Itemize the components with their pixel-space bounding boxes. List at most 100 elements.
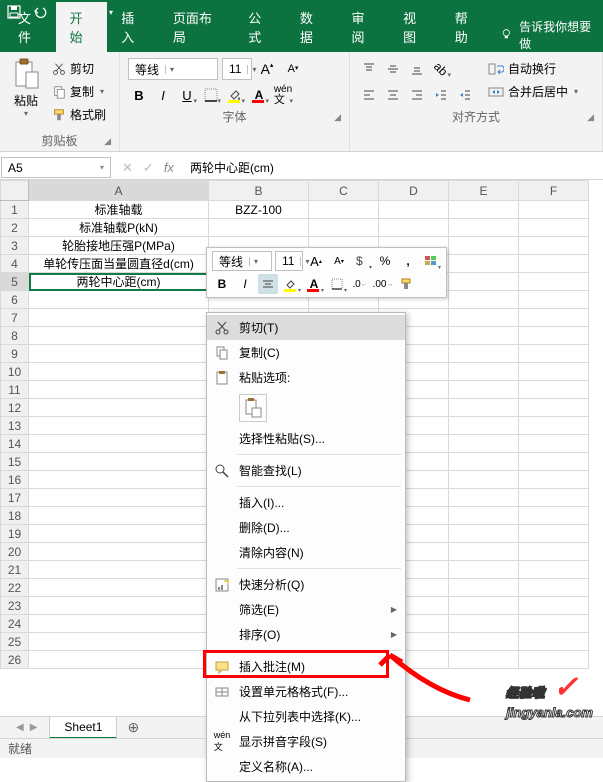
mini-align-center[interactable] [258, 274, 278, 294]
clipboard-launcher-icon[interactable]: ◢ [104, 136, 111, 147]
tab-help[interactable]: 帮助 [441, 2, 493, 52]
cm-sort[interactable]: 排序(O) [207, 622, 405, 647]
col-header-C[interactable]: C [309, 181, 379, 201]
fill-color-button[interactable] [224, 84, 246, 106]
tab-view[interactable]: 视图 [389, 2, 441, 52]
mini-increase-decimal[interactable]: .0← [350, 274, 370, 294]
paste-option-default[interactable] [239, 394, 267, 422]
accept-formula-icon[interactable]: ✓ [143, 160, 154, 176]
format-painter-button[interactable]: 格式刷 [48, 104, 110, 125]
select-all-corner[interactable] [1, 181, 29, 201]
tab-data[interactable]: 数据 [286, 2, 338, 52]
align-middle-button[interactable] [382, 58, 404, 80]
font-color-button[interactable]: A [248, 84, 270, 106]
row-header[interactable]: 3 [1, 237, 29, 255]
increase-font-button[interactable]: A▴ [256, 58, 278, 80]
mini-font-color[interactable]: A [304, 274, 324, 294]
col-header-A[interactable]: A [29, 181, 209, 201]
underline-button[interactable]: U [176, 84, 198, 106]
tab-page-layout[interactable]: 页面布局 [159, 2, 234, 52]
row-header[interactable]: 16 [1, 471, 29, 489]
row-header[interactable]: 22 [1, 579, 29, 597]
cm-pick-from-list[interactable]: 从下拉列表中选择(K)... [207, 704, 405, 729]
row-header[interactable]: 8 [1, 327, 29, 345]
cell[interactable]: 标准轴载P(kN) [29, 219, 209, 237]
cell[interactable]: 单轮传压面当量圆直径d(cm) [29, 255, 209, 273]
align-bottom-button[interactable] [406, 58, 428, 80]
row-header[interactable]: 11 [1, 381, 29, 399]
decrease-font-button[interactable]: A▾ [282, 58, 304, 80]
decrease-indent-button[interactable] [430, 84, 452, 106]
row-header[interactable]: 24 [1, 615, 29, 633]
chevron-down-icon[interactable]: ▾ [165, 65, 178, 74]
mini-decrease-font[interactable]: A▾ [329, 251, 349, 271]
mini-format-painter[interactable] [396, 274, 416, 294]
tab-file[interactable]: 文件 [4, 2, 56, 52]
copy-button[interactable]: 复制▾ [48, 81, 110, 102]
row-header[interactable]: 14 [1, 435, 29, 453]
orientation-button[interactable]: ab [430, 58, 452, 80]
col-header-D[interactable]: D [379, 181, 449, 201]
merge-center-button[interactable]: 合并后居中▾ [484, 81, 582, 102]
row-header[interactable]: 4 [1, 255, 29, 273]
tab-review[interactable]: 审阅 [337, 2, 389, 52]
cm-show-phonetic[interactable]: wén文 显示拼音字段(S) [207, 729, 405, 754]
col-header-B[interactable]: B [209, 181, 309, 201]
align-center-button[interactable] [382, 84, 404, 106]
cancel-formula-icon[interactable]: ✕ [122, 160, 133, 176]
align-left-button[interactable] [358, 84, 380, 106]
formula-input[interactable]: 两轮中心距(cm) [184, 156, 603, 179]
italic-button[interactable]: I [152, 84, 174, 106]
row-header[interactable]: 7 [1, 309, 29, 327]
cm-quick-analysis[interactable]: 快速分析(Q) [207, 572, 405, 597]
sheet-nav-prev-icon[interactable]: ◀ [16, 722, 24, 733]
cm-copy[interactable]: 复制(C) [207, 340, 405, 365]
cm-clear-contents[interactable]: 清除内容(N) [207, 540, 405, 565]
cm-filter[interactable]: 筛选(E) [207, 597, 405, 622]
cm-smart-lookup[interactable]: 智能查找(L) [207, 458, 405, 483]
mini-comma-format[interactable]: , [398, 251, 418, 271]
sheet-tab[interactable]: Sheet1 [49, 717, 117, 739]
cut-button[interactable]: 剪切 [48, 58, 110, 79]
mini-font-size[interactable]: 11▾ [275, 251, 303, 271]
sheet-nav-next-icon[interactable]: ▶ [30, 722, 38, 733]
row-header[interactable]: 1 [1, 201, 29, 219]
cm-insert[interactable]: 插入(I)... [207, 490, 405, 515]
row-header[interactable]: 21 [1, 561, 29, 579]
col-header-F[interactable]: F [519, 181, 589, 201]
cell-selected[interactable]: 两轮中心距(cm) [29, 273, 209, 291]
row-header[interactable]: 13 [1, 417, 29, 435]
mini-decrease-decimal[interactable]: .00→ [373, 274, 393, 294]
row-header[interactable]: 19 [1, 525, 29, 543]
add-sheet-button[interactable]: ⊕ [117, 719, 149, 736]
row-header[interactable]: 17 [1, 489, 29, 507]
row-header[interactable]: 18 [1, 507, 29, 525]
cm-delete[interactable]: 删除(D)... [207, 515, 405, 540]
font-size-combo[interactable]: 11 ▾ [222, 58, 252, 80]
row-header[interactable]: 6 [1, 291, 29, 309]
redo-icon[interactable] [72, 4, 88, 20]
mini-increase-font[interactable]: A▴ [306, 251, 326, 271]
cell[interactable]: BZZ-100 [209, 201, 309, 219]
fx-icon[interactable]: fx [164, 160, 174, 175]
row-header[interactable]: 5 [1, 273, 29, 291]
mini-cell-styles[interactable] [421, 251, 441, 271]
tab-insert[interactable]: 插入 [107, 2, 159, 52]
font-launcher-icon[interactable]: ◢ [334, 112, 341, 123]
paste-button[interactable]: 粘贴 ▾ [8, 56, 44, 120]
cm-paste-special[interactable]: 选择性粘贴(S)... [207, 426, 405, 451]
mini-percent-format[interactable]: % [375, 251, 395, 271]
name-box[interactable]: A5 ▾ [1, 157, 111, 178]
align-top-button[interactable] [358, 58, 380, 80]
cell[interactable]: 轮胎接地压强P(MPa) [29, 237, 209, 255]
cm-format-cells[interactable]: 设置单元格格式(F)... [207, 679, 405, 704]
row-header[interactable]: 25 [1, 633, 29, 651]
row-header[interactable]: 26 [1, 651, 29, 669]
mini-fill-color[interactable] [281, 274, 301, 294]
cell[interactable]: 标准轴载 [29, 201, 209, 219]
row-header[interactable]: 20 [1, 543, 29, 561]
tab-formulas[interactable]: 公式 [234, 2, 286, 52]
row-header[interactable]: 2 [1, 219, 29, 237]
phonetic-guide-button[interactable]: wén文 [272, 84, 294, 106]
bold-button[interactable]: B [128, 84, 150, 106]
